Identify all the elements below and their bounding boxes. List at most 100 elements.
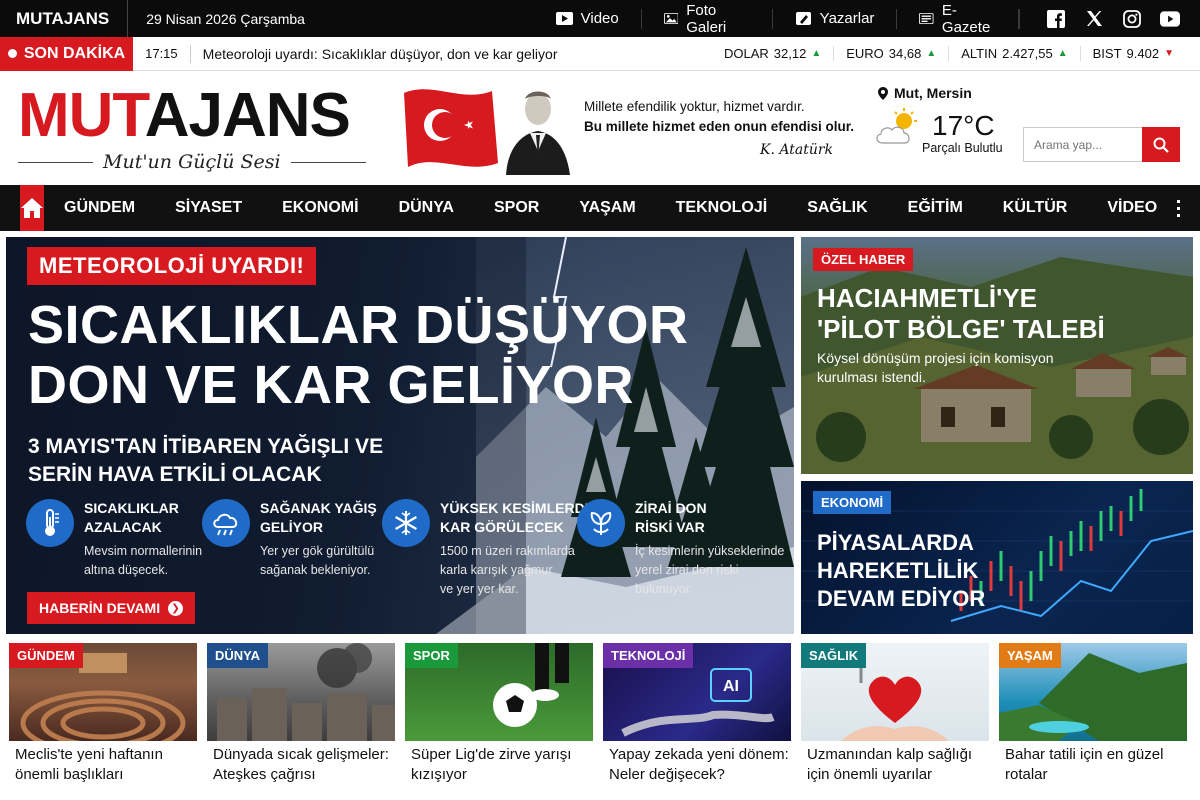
- feature-title: ZİRAİ DON RİSKİ VAR: [635, 499, 784, 537]
- leaf-icon: [577, 499, 625, 547]
- side-story-title-line: 'PİLOT BÖLGE' TALEBİ: [817, 314, 1105, 344]
- card-tag[interactable]: DÜNYA: [207, 643, 269, 668]
- card-title-line: önemli başlıkları: [15, 766, 124, 783]
- home-button[interactable]: [20, 185, 44, 231]
- side-story-tag[interactable]: ÖZEL HABER: [813, 248, 914, 271]
- side-story-special[interactable]: ÖZEL HABER HACIAHMETLİ'YE 'PİLOT BÖLGE' …: [801, 237, 1193, 474]
- rain-cloud-icon: [202, 499, 250, 547]
- nav-item-teknoloji[interactable]: TEKNOLOJİ: [656, 185, 788, 231]
- feature-title: SAĞANAK YAĞIŞ GELİYOR: [260, 499, 377, 537]
- card-saglik[interactable]: SAĞLIK Uzmanından kalp sağlığı için öneml…: [801, 643, 989, 793]
- nav-item-video[interactable]: VİDEO: [1087, 185, 1177, 231]
- economy-tag[interactable]: EKONOMİ: [813, 491, 892, 514]
- market-euro[interactable]: EURO 34,68 ▲: [833, 46, 948, 61]
- x-icon[interactable]: [1084, 10, 1104, 28]
- weather-widget[interactable]: Mut, Mersin 17°C Parçalı Bulutlu: [874, 85, 1014, 155]
- hero-title[interactable]: SICAKLIKLAR DÜŞÜYOR DON VE KAR GELİYOR: [28, 295, 689, 415]
- nav-item-dunya[interactable]: DÜNYA: [379, 185, 474, 231]
- feature-title-line: SICAKLIKLAR: [84, 500, 179, 516]
- nav-item-ekonomi[interactable]: EKONOMİ: [262, 185, 378, 231]
- feature-rain: SAĞANAK YAĞIŞ GELİYOR Yer yer gök gürültü…: [202, 499, 377, 580]
- location-pin-icon: [878, 86, 888, 100]
- card-dunya[interactable]: DÜNYA Dünyada sıcak gelişmeler: Ateşkes ç…: [207, 643, 395, 793]
- card-title-line: Uzmanından kalp sağlığı: [807, 746, 973, 763]
- market-value: 34,68: [888, 46, 922, 61]
- nav-item-siyaset[interactable]: SİYASET: [155, 185, 262, 231]
- market-altin[interactable]: ALTIN 2.427,55 ▲: [948, 46, 1079, 61]
- feature-desc-line: Mevsim normallerinin: [84, 544, 203, 558]
- card-tag[interactable]: YAŞAM: [999, 643, 1061, 668]
- live-dot-icon: [7, 49, 17, 58]
- nav-item-yasam[interactable]: YAŞAM: [559, 185, 655, 231]
- weather-description: Parçalı Bulutlu: [922, 141, 1003, 155]
- feature-description: Mevsim normallerinin altına düşecek.: [84, 542, 202, 580]
- market-dolar[interactable]: DOLAR 32,12 ▲: [712, 46, 833, 61]
- card-tag[interactable]: TEKNOLOJİ: [603, 643, 694, 668]
- side-story-desc-line: Köysel dönüşüm projesi için komisyon: [817, 350, 1054, 366]
- card-tag[interactable]: SAĞLIK: [801, 643, 867, 668]
- photo-gallery-link[interactable]: Foto Galeri: [642, 2, 773, 36]
- card-title[interactable]: Bahar tatili için en güzel rotalar: [999, 745, 1187, 785]
- partly-cloudy-icon: [876, 108, 917, 144]
- card-tag[interactable]: SPOR: [405, 643, 458, 668]
- card-title[interactable]: Dünyada sıcak gelişmeler: Ateşkes çağrısı: [207, 745, 395, 785]
- feature-desc-line: Yer yer gök gürültülü: [260, 544, 375, 558]
- feature-title: YÜKSEK KESİMLERDE KAR GÖRÜLECEK: [440, 499, 594, 537]
- side-story-title: HACIAHMETLİ'YE 'PİLOT BÖLGE' TALEBİ: [817, 283, 1105, 345]
- writers-link[interactable]: Yazarlar: [773, 8, 898, 29]
- trend-up-icon: ▲: [811, 48, 822, 59]
- card-title[interactable]: Süper Lig'de zirve yarışı kızışıyor: [405, 745, 593, 785]
- nav-item-egitim[interactable]: EĞİTİM: [888, 185, 983, 231]
- search-input[interactable]: [1023, 127, 1142, 162]
- market-bist[interactable]: BIST 9.402 ▼: [1079, 46, 1186, 61]
- breaking-headline[interactable]: Meteoroloji uyardı: Sıcaklıklar düşüyor,…: [191, 46, 712, 62]
- card-yasam[interactable]: YAŞAM Bahar tatili için en güzel rotalar: [999, 643, 1187, 793]
- card-title[interactable]: Meclis'te yeni haftanın önemli başlıkları: [9, 745, 197, 785]
- nav-items: GÜNDEM SİYASET EKONOMİ DÜNYA SPOR YAŞAM …: [44, 185, 1177, 262]
- thermometer-icon: [26, 499, 74, 547]
- page: { "topbar": { "brand": "MUTAJANS", "date…: [0, 0, 1200, 800]
- weather-location-text: Mut, Mersin: [894, 85, 972, 101]
- hero-story[interactable]: METEOROLOJİ UYARDI! SICAKLIKLAR DÜŞÜYOR …: [6, 237, 794, 634]
- read-more-label: HABERİN DEVAMI: [39, 600, 161, 616]
- card-title[interactable]: Yapay zekada yeni dönem: Neler değişecek?: [603, 745, 791, 785]
- card-tag[interactable]: GÜNDEM: [9, 643, 83, 668]
- card-title-line: Bahar tatili için en güzel: [1005, 746, 1164, 763]
- read-more-button[interactable]: HABERİN DEVAMI ❯: [27, 592, 196, 624]
- card-gundem[interactable]: GÜNDEM Meclis'te yeni haftanın önemli baş…: [9, 643, 197, 793]
- top-brand[interactable]: MUTAJANS: [0, 0, 129, 37]
- trend-down-icon: ▼: [1164, 48, 1174, 59]
- market-name: ALTIN: [961, 46, 998, 61]
- search-button[interactable]: [1142, 127, 1180, 162]
- feature-desc-line: sağanak bekleniyor.: [260, 563, 371, 577]
- site-header: MUTAJANS Mut'un Güçlü Sesi Millete efend…: [0, 71, 1200, 185]
- hero-category-tag[interactable]: METEOROLOJİ UYARDI!: [27, 247, 317, 285]
- card-title-line: Meclis'te yeni haftanın: [15, 746, 163, 763]
- feature-snow: YÜKSEK KESİMLERDE KAR GÖRÜLECEK 1500 m üz…: [382, 499, 594, 599]
- instagram-icon[interactable]: [1122, 9, 1142, 28]
- card-teknoloji[interactable]: AI TEKNOLOJİ Yapay zekada yeni dönem: Nel…: [603, 643, 791, 793]
- card-title[interactable]: Uzmanından kalp sağlığı için önemli uyarı…: [801, 745, 989, 785]
- nav-item-spor[interactable]: SPOR: [474, 185, 559, 231]
- weather-location: Mut, Mersin: [878, 85, 1014, 101]
- feature-desc-line: 1500 m üzeri rakımlarda: [440, 544, 575, 558]
- e-newspaper-link[interactable]: E-Gazete: [897, 2, 1019, 36]
- side-story-economy[interactable]: EKONOMİ PİYASALARDA HAREKETLİLİK DEVAM E…: [801, 481, 1193, 634]
- feature-title-line: GELİYOR: [260, 519, 324, 535]
- nav-item-saglik[interactable]: SAĞLIK: [787, 185, 887, 231]
- youtube-icon[interactable]: [1160, 10, 1180, 28]
- hamburger-menu-icon[interactable]: [1177, 199, 1180, 217]
- facebook-icon[interactable]: [1046, 9, 1066, 28]
- nav-item-kultur-sanat[interactable]: KÜLTÜR SANAT: [983, 185, 1088, 262]
- feature-desc-line: bulunuyor.: [635, 582, 693, 596]
- side-story-title-line: HACIAHMETLİ'YE: [817, 283, 1037, 313]
- weather-temperature: 17°C: [932, 110, 995, 141]
- market-name: DOLAR: [723, 46, 769, 61]
- photo-gallery-link-label: Foto Galeri: [686, 1, 727, 36]
- feature-desc-line: karla karışık yağmur: [440, 563, 553, 577]
- market-ticker: DOLAR 32,12 ▲ EURO 34,68 ▲ ALTIN 2.427,55 ▲ BI…: [712, 46, 1200, 61]
- nav-item-gundem[interactable]: GÜNDEM: [44, 185, 155, 231]
- video-link[interactable]: Video: [534, 8, 642, 29]
- card-spor[interactable]: SPOR Süper Lig'de zirve yarışı kızışıyor: [405, 643, 593, 793]
- site-logo[interactable]: MUTAJANS Mut'un Güçlü Sesi: [18, 85, 366, 173]
